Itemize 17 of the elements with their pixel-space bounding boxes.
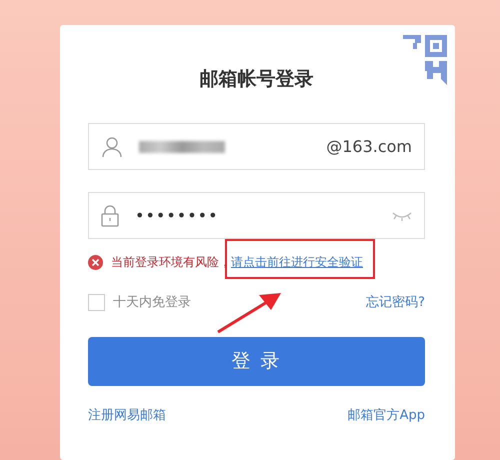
app-link[interactable]: 邮箱官方App bbox=[348, 406, 425, 425]
user-icon bbox=[101, 136, 123, 158]
remember-checkbox[interactable] bbox=[88, 294, 105, 312]
login-button[interactable]: 登 录 bbox=[88, 336, 425, 386]
security-verification-link[interactable]: 请点击前往进行安全验证 bbox=[231, 253, 363, 271]
error-icon bbox=[88, 254, 103, 270]
register-link[interactable]: 注册网易邮箱 bbox=[88, 406, 166, 425]
password-value: •••••••• bbox=[135, 204, 218, 226]
login-title: 邮箱帐号登录 bbox=[198, 67, 314, 92]
email-domain-suffix: @163.com bbox=[326, 136, 412, 158]
lock-icon bbox=[101, 204, 119, 226]
qr-code-icon[interactable] bbox=[403, 35, 447, 85]
hidden-eye-icon[interactable] bbox=[392, 210, 412, 220]
username-field[interactable]: @163.com bbox=[88, 123, 425, 170]
remember-label: 十天内免登录 bbox=[113, 294, 191, 312]
forgot-password-link[interactable]: 忘记密码? bbox=[366, 293, 425, 312]
password-field[interactable]: •••••••• bbox=[88, 192, 425, 239]
